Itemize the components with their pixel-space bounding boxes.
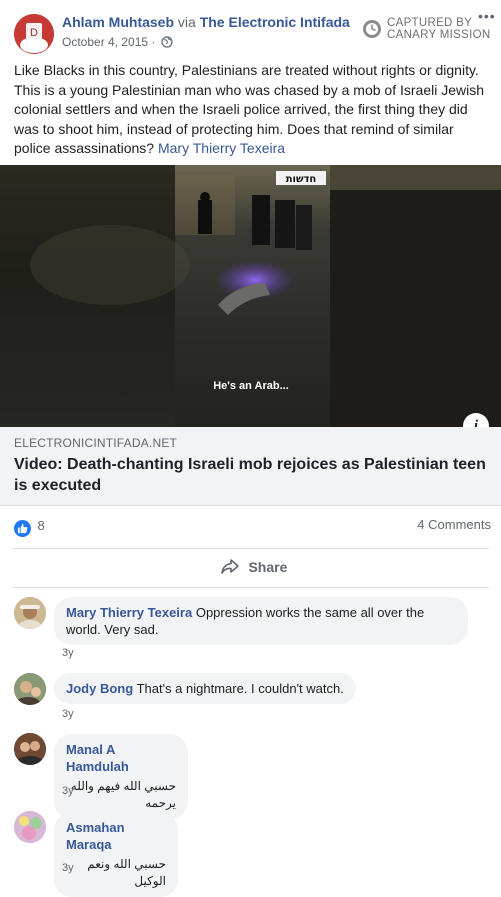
comment-bubble: Jody Bong That's a nightmare. I couldn't… xyxy=(54,673,356,704)
commenter-name[interactable]: Jody Bong xyxy=(66,681,133,696)
comments-count[interactable]: 4 Comments xyxy=(417,517,491,532)
comment-time[interactable]: 3y xyxy=(62,708,74,720)
comment-bubble: Asmahan Maraqa حسبي الله ونعم الوكيل xyxy=(54,812,178,897)
post-text: Like Blacks in this country, Palestinian… xyxy=(14,61,490,159)
link-domain: ELECTRONICINTIFADA.NET xyxy=(14,436,178,450)
divider-top xyxy=(12,548,489,549)
commenter-avatar[interactable] xyxy=(14,811,46,843)
share-button[interactable]: Share xyxy=(0,550,501,586)
share-icon xyxy=(220,558,240,581)
video-player[interactable]: חדשות He's an Arab... i xyxy=(0,165,501,427)
reactions[interactable]: 8 xyxy=(14,517,45,537)
comment-bubble: Mary Thierry Texeira Oppression works th… xyxy=(54,597,468,645)
tagged-user-link[interactable]: Mary Thierry Texeira xyxy=(158,140,285,156)
captured-badge: CAPTURED BY CANARY MISSION xyxy=(362,17,492,43)
author-name[interactable]: Ahlam Muhtaseb xyxy=(62,14,174,30)
like-count: 8 xyxy=(37,518,45,533)
canary-icon xyxy=(362,19,382,44)
globe-icon xyxy=(161,36,173,51)
captured-line-2: CANARY MISSION xyxy=(387,29,491,41)
share-label: Share xyxy=(248,559,288,575)
author-avatar[interactable]: D xyxy=(14,14,54,54)
commenter-name[interactable]: Mary Thierry Texeira xyxy=(66,605,192,620)
more-options-icon[interactable]: ••• xyxy=(478,8,496,24)
post-date-text[interactable]: October 4, 2015 · xyxy=(62,35,155,49)
comment-time[interactable]: 3y xyxy=(62,785,74,797)
commenter-avatar[interactable] xyxy=(14,673,46,705)
svg-text:D: D xyxy=(30,27,38,39)
comment-text: حسبي الله ونعم الوكيل xyxy=(87,857,166,888)
comment-time[interactable]: 3y xyxy=(62,862,74,874)
comment-text: حسبي الله فيهم والله يرحمه xyxy=(70,779,176,810)
commenter-name[interactable]: Asmahan Maraqa xyxy=(66,820,125,852)
video-caption: He's an Arab... xyxy=(213,380,289,392)
video-watermark: חדשות xyxy=(286,174,317,185)
video-frame: חדשות He's an Arab... xyxy=(0,165,501,427)
like-icon xyxy=(14,520,31,537)
post-author-line: Ahlam Muhtaseb via The Electronic Intifa… xyxy=(62,14,350,30)
link-title[interactable]: Video: Death-chanting Israeli mob rejoic… xyxy=(14,454,494,496)
commenter-name[interactable]: Manal A Hamdulah xyxy=(66,742,129,774)
comment-time[interactable]: 3y xyxy=(62,647,74,659)
captured-line-1: CAPTURED BY xyxy=(387,17,473,29)
comment-text: That's a nightmare. I couldn't watch. xyxy=(136,681,344,696)
commenter-avatar[interactable] xyxy=(14,733,46,765)
divider-bottom xyxy=(12,587,489,588)
commenter-avatar[interactable] xyxy=(14,597,46,629)
post-date[interactable]: October 4, 2015 · xyxy=(62,35,173,51)
via-label: via xyxy=(177,14,196,30)
comment-bubble: Manal A Hamdulah حسبي الله فيهم والله ير… xyxy=(54,734,188,819)
page-name[interactable]: The Electronic Intifada xyxy=(200,14,350,30)
